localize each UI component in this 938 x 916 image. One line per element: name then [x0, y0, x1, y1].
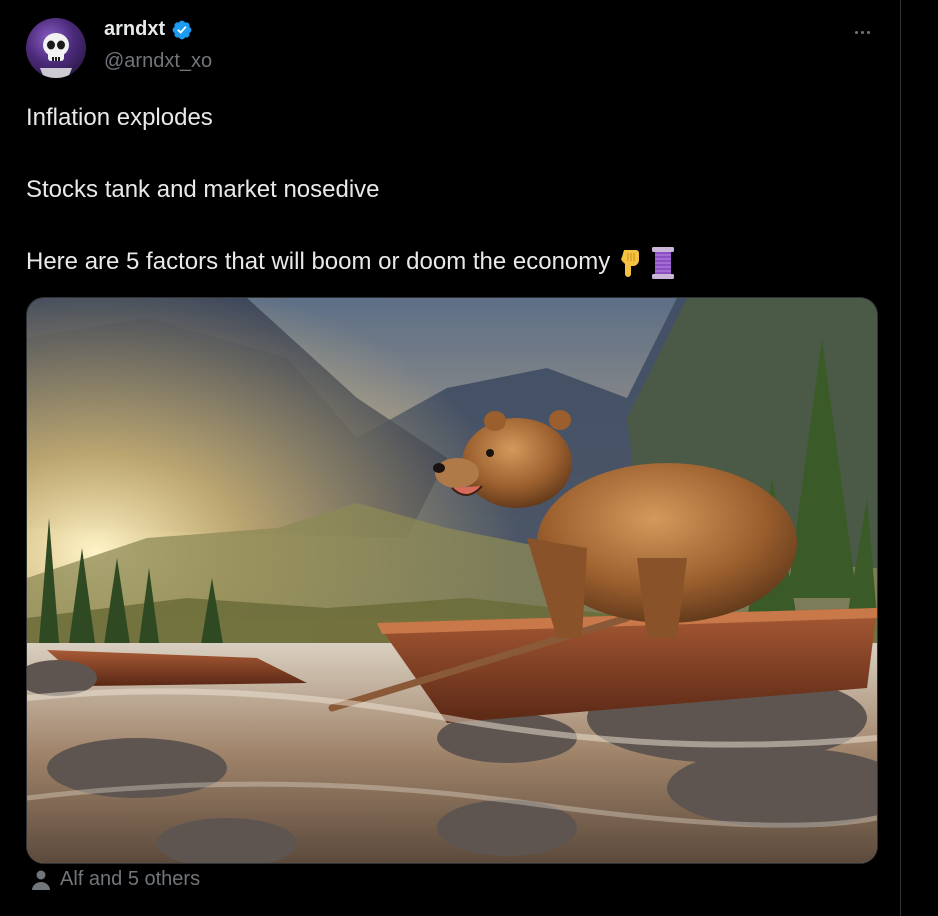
- social-context-text: Alf and 5 others: [60, 868, 201, 890]
- tweet-text: Inflation explodes Stocks tank and marke…: [26, 100, 886, 280]
- thread-spool-icon: [652, 246, 675, 279]
- tweet-line-3: Here are 5 factors that will boom or doo…: [26, 244, 886, 280]
- skull-avatar-icon: [40, 33, 72, 78]
- person-icon: [32, 870, 50, 890]
- column-divider: [900, 0, 901, 916]
- tweet-media-image[interactable]: [26, 297, 878, 864]
- tweet-line-3-text: Here are 5 factors that will boom or doo…: [26, 248, 611, 275]
- verified-badge-icon: [172, 20, 192, 39]
- social-context[interactable]: Alf and 5 others: [30, 868, 200, 891]
- point-down-icon: [621, 249, 640, 277]
- tweet-line-2: Stocks tank and market nosedive: [26, 176, 380, 203]
- bear-in-boat-image: [27, 298, 877, 863]
- tweet-line-1: Inflation explodes: [26, 104, 213, 131]
- author-display-name[interactable]: arndxt: [104, 18, 165, 41]
- more-options-icon[interactable]: [848, 22, 876, 42]
- author-name-row[interactable]: arndxt: [104, 18, 193, 41]
- author-handle[interactable]: @arndxt_xo: [104, 50, 212, 73]
- avatar[interactable]: [26, 18, 86, 78]
